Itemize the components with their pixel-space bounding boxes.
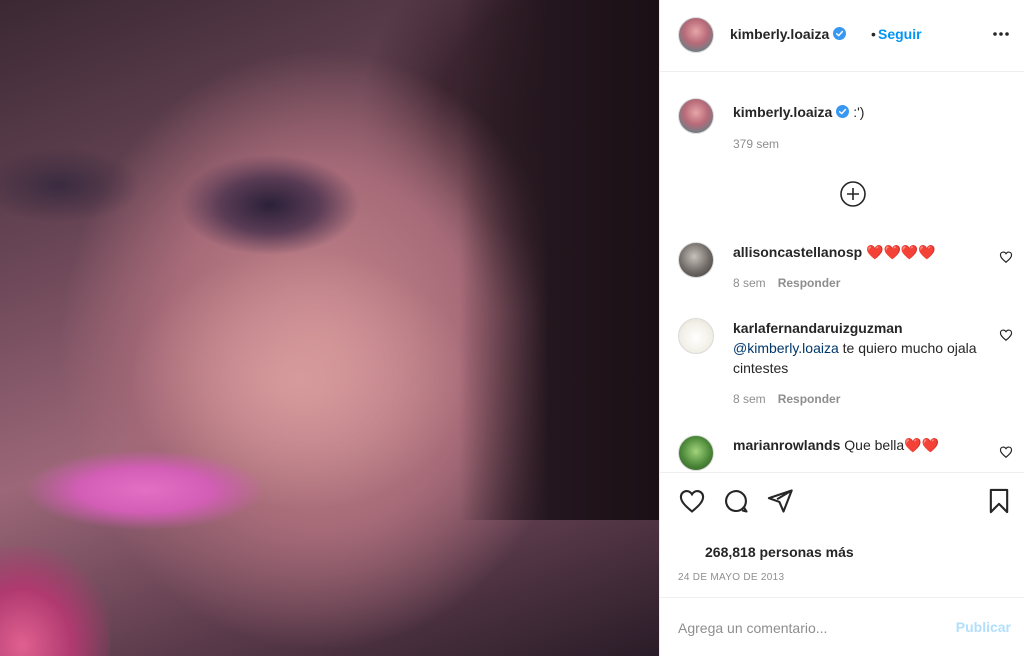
commenter-username[interactable]: karlafernandaruizguzman (733, 320, 903, 336)
post-header: kimberly.loaiza • Seguir (660, 0, 1024, 72)
comment-icon[interactable] (722, 487, 750, 515)
heart-icon[interactable] (678, 487, 706, 515)
post-date[interactable]: 24 DE MAYO DE 2013 (678, 572, 784, 583)
bookmark-icon[interactable] (985, 487, 1013, 515)
comment-body: marianrowlands Que bella❤️❤️ (733, 435, 983, 455)
likes-count[interactable]: 268,818 personas más (705, 544, 854, 560)
publish-button[interactable]: Publicar (956, 619, 1011, 635)
more-options-icon[interactable] (991, 24, 1011, 44)
comment-composer: Publicar (660, 597, 1024, 656)
post-actions-bar (660, 472, 1024, 532)
comment-like-icon[interactable] (999, 328, 1013, 342)
caption-time[interactable]: 379 sem (733, 137, 779, 151)
photo-hair-shadow (459, 0, 659, 520)
post-photo[interactable] (0, 0, 659, 656)
comment-time[interactable]: 8 sem (733, 392, 766, 406)
author-avatar[interactable] (678, 17, 714, 53)
commenter-avatar[interactable] (678, 242, 714, 278)
photo-shoulder (0, 546, 110, 656)
comment-meta: 8 sem Responder (733, 392, 840, 406)
follow-button[interactable]: Seguir (878, 26, 922, 42)
comment-input[interactable] (678, 616, 938, 640)
comment-body: allisoncastellanosp ❤️❤️❤️❤️ (733, 242, 983, 262)
comment-meta: 8 sem Responder (733, 276, 840, 290)
load-more-icon[interactable] (839, 180, 867, 208)
share-icon[interactable] (766, 487, 794, 515)
caption-username[interactable]: kimberly.loaiza (733, 104, 832, 120)
comment-like-icon[interactable] (999, 250, 1013, 264)
verified-badge-icon (836, 105, 850, 118)
caption-body: :') (853, 104, 865, 120)
author-username[interactable]: kimberly.loaiza (730, 26, 847, 42)
commenter-username[interactable]: allisoncastellanosp (733, 244, 862, 260)
commenter-avatar[interactable] (678, 435, 714, 471)
comment-text: ❤️❤️❤️❤️ (866, 244, 936, 260)
comment-item: marianrowlands Que bella❤️❤️ (660, 435, 1024, 471)
comment-mention[interactable]: @kimberly.loaiza (733, 340, 839, 356)
verified-badge-icon (833, 27, 847, 40)
comment-body: karlafernandaruizguzman @kimberly.loaiza… (733, 318, 983, 378)
follow-separator: • (871, 26, 876, 42)
comment-like-icon[interactable] (999, 445, 1013, 459)
reply-button[interactable]: Responder (778, 392, 841, 406)
post-side-panel: kimberly.loaiza • Seguir kimberly.loaiza… (659, 0, 1024, 656)
commenter-avatar[interactable] (678, 318, 714, 354)
caption-avatar[interactable] (678, 98, 714, 134)
reply-button[interactable]: Responder (778, 276, 841, 290)
comment-time[interactable]: 8 sem (733, 276, 766, 290)
caption-text: kimberly.loaiza :') (733, 104, 864, 120)
comment-text: Que bella❤️❤️ (844, 437, 940, 453)
commenter-username[interactable]: marianrowlands (733, 437, 840, 453)
